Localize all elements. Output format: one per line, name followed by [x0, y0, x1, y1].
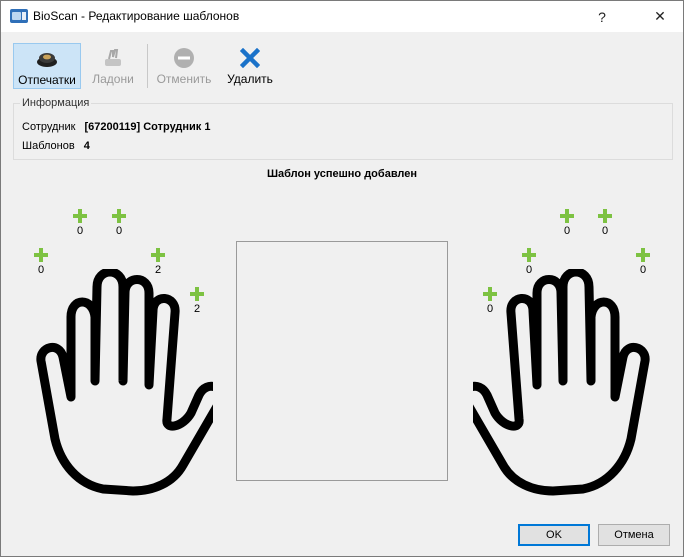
fingerprints-tab[interactable]: Отпечатки	[13, 43, 81, 89]
add-finger-plus-icon[interactable]	[636, 248, 650, 262]
right-finger-5: 0	[635, 248, 651, 276]
left-finger-4: 2	[150, 248, 166, 276]
palms-tab-label: Ладони	[92, 72, 134, 86]
status-message: Шаблон успешно добавлен	[266, 168, 418, 180]
left-finger-1-count: 0	[37, 264, 45, 276]
left-finger-2-count: 0	[76, 225, 84, 237]
window-title: BioScan - Редактирование шаблонов	[33, 9, 240, 23]
right-finger-2-count: 0	[525, 264, 533, 276]
window: BioScan - Редактирование шаблонов ? ✕ От…	[0, 0, 684, 557]
add-finger-plus-icon[interactable]	[190, 287, 204, 301]
right-finger-5-count: 0	[639, 264, 647, 276]
cancel-circle-icon	[172, 47, 196, 69]
title-bar: BioScan - Редактирование шаблонов ? ✕	[1, 1, 683, 32]
palm-scanner-icon	[101, 47, 125, 69]
add-finger-plus-icon[interactable]	[34, 248, 48, 262]
add-finger-plus-icon[interactable]	[560, 209, 574, 223]
right-finger-3: 0	[559, 209, 575, 237]
left-finger-3: 0	[111, 209, 127, 237]
delete-button-label: Удалить	[227, 72, 273, 86]
left-finger-1: 0	[33, 248, 49, 276]
left-finger-5: 2	[189, 287, 205, 315]
templates-row: Шаблонов 4	[22, 140, 90, 152]
employee-label: Сотрудник	[22, 121, 76, 133]
right-finger-1-count: 0	[486, 303, 494, 315]
templates-value: 4	[83, 140, 90, 152]
fingerprint-preview	[236, 241, 448, 481]
left-finger-5-count: 2	[193, 303, 201, 315]
undo-button[interactable]: Отменить	[154, 43, 214, 89]
delete-button[interactable]: Удалить	[223, 43, 277, 89]
info-legend: Информация	[20, 97, 92, 109]
employee-row: Сотрудник [67200119] Сотрудник 1	[22, 121, 210, 133]
add-finger-plus-icon[interactable]	[151, 248, 165, 262]
right-finger-1: 0	[482, 287, 498, 315]
info-group: Информация Сотрудник [67200119] Сотрудни…	[13, 97, 673, 160]
delete-x-icon	[238, 47, 262, 69]
right-hand-icon	[473, 269, 650, 496]
templates-label: Шаблонов	[22, 140, 75, 152]
left-finger-2: 0	[72, 209, 88, 237]
right-finger-4: 0	[597, 209, 613, 237]
left-finger-4-count: 2	[154, 264, 162, 276]
ok-button[interactable]: OK	[518, 524, 590, 546]
add-finger-plus-icon[interactable]	[522, 248, 536, 262]
palms-tab[interactable]: Ладони	[87, 43, 139, 89]
toolbar: Отпечатки Ладони Отменить Удалить	[1, 32, 683, 94]
left-finger-3-count: 0	[115, 225, 123, 237]
add-finger-plus-icon[interactable]	[112, 209, 126, 223]
fingerprint-scanner-icon	[35, 48, 59, 70]
right-finger-4-count: 0	[601, 225, 609, 237]
undo-button-label: Отменить	[156, 72, 212, 86]
add-finger-plus-icon[interactable]	[483, 287, 497, 301]
right-finger-2: 0	[521, 248, 537, 276]
cancel-button[interactable]: Отмена	[598, 524, 670, 546]
close-button[interactable]: ✕	[637, 1, 683, 32]
employee-value: [67200119] Сотрудник 1	[84, 121, 211, 133]
left-hand-icon	[36, 269, 213, 496]
bioscan-app-icon	[10, 9, 28, 23]
right-finger-3-count: 0	[563, 225, 571, 237]
help-button[interactable]: ?	[579, 1, 625, 32]
fingerprints-tab-label: Отпечатки	[18, 73, 76, 87]
toolbar-separator	[147, 44, 148, 88]
add-finger-plus-icon[interactable]	[598, 209, 612, 223]
add-finger-plus-icon[interactable]	[73, 209, 87, 223]
